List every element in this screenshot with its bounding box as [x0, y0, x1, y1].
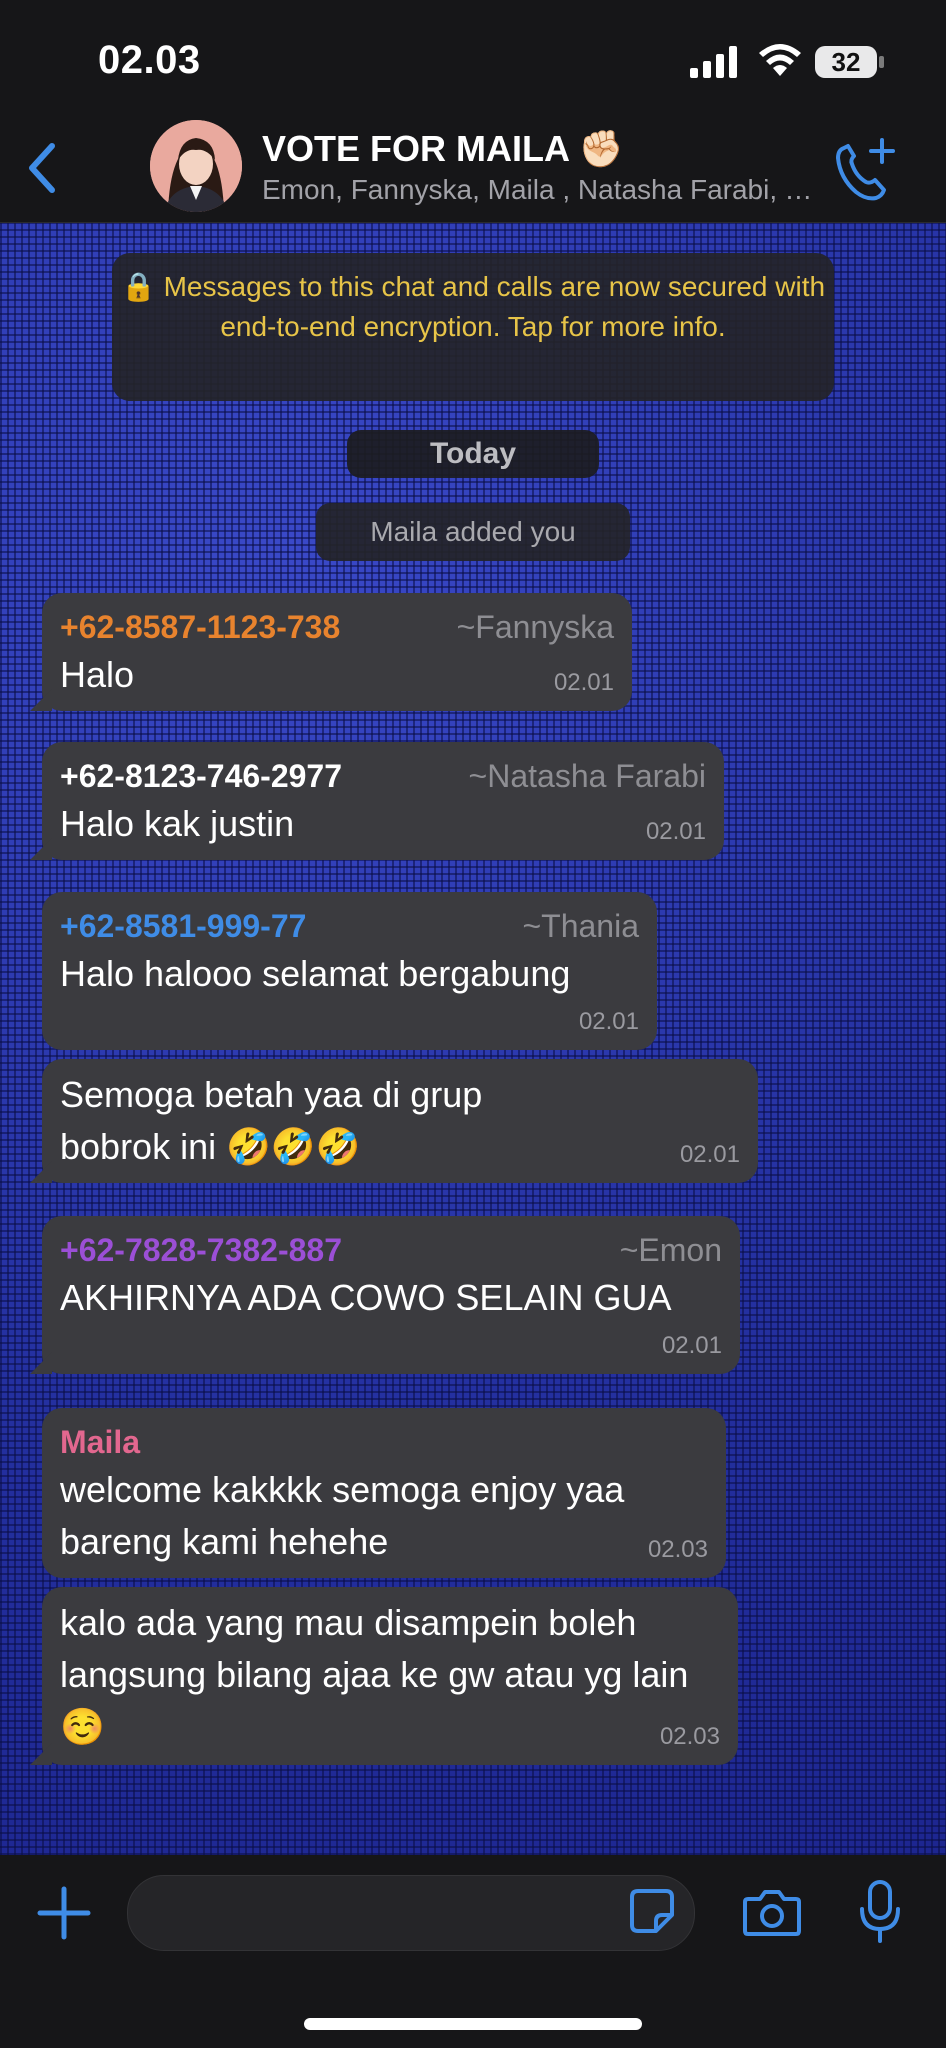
message-input[interactable]: [127, 1875, 695, 1951]
message-time: 02.03: [659, 1723, 720, 1750]
message-text: kalo ada yang mau disampein boleh langsu…: [60, 1602, 689, 1747]
wifi-icon: [759, 44, 801, 76]
message-bubble[interactable]: kalo ada yang mau disampein boleh langsu…: [30, 1587, 738, 1765]
sender-pushname: ~Emon: [619, 1232, 722, 1268]
message-bubble[interactable]: Semoga betah yaa di grup bobrok ini 🤣🤣🤣 …: [30, 1059, 758, 1183]
message-text: Semoga betah yaa di grup bobrok ini 🤣🤣🤣: [60, 1074, 483, 1167]
message-time: 02.03: [647, 1536, 708, 1563]
message-bubble[interactable]: Maila welcome kakkkk semoga enjoy yaa ba…: [42, 1408, 726, 1578]
home-indicator: [304, 2018, 642, 2030]
chevron-left-icon[interactable]: [18, 138, 68, 198]
status-time: 02.03: [98, 38, 201, 82]
chat-header: VOTE FOR MAILA ✊🏻 Emon, Fannyska, Maila …: [0, 118, 946, 223]
message-bubble[interactable]: +62-8123-746-2977 ~Natasha Farabi Halo k…: [30, 742, 724, 860]
chat-area[interactable]: 🔒 Messages to this chat and calls are no…: [0, 223, 946, 1855]
message-time: 02.01: [645, 818, 706, 845]
chat-title[interactable]: VOTE FOR MAILA ✊🏻: [262, 128, 623, 170]
phone-add-icon[interactable]: [830, 134, 900, 204]
group-avatar[interactable]: [150, 120, 242, 212]
message-text: AKHIRNYA ADA COWO SELAIN GUA: [60, 1277, 672, 1318]
sender-pushname: ~Thania: [522, 908, 639, 944]
sender-pushname: ~Fannyska: [456, 609, 614, 645]
system-message: Maila added you: [316, 503, 630, 561]
composer-bar: [0, 1855, 946, 2048]
sender-pushname: ~Natasha Farabi: [468, 758, 706, 794]
message-text: Halo kak justin: [60, 803, 295, 844]
battery-tip: [879, 56, 884, 68]
message-text: Halo halooo selamat bergabung: [60, 953, 571, 994]
plus-icon[interactable]: [36, 1885, 92, 1941]
sticker-icon[interactable]: [628, 1887, 676, 1935]
message-text: welcome kakkkk semoga enjoy yaa bareng k…: [60, 1469, 625, 1562]
message-bubble[interactable]: +62-7828-7382-887 ~Emon AKHIRNYA ADA COW…: [30, 1216, 740, 1374]
camera-icon[interactable]: [742, 1887, 802, 1937]
encryption-notice[interactable]: 🔒 Messages to this chat and calls are no…: [112, 253, 834, 401]
status-bar: 02.03 32: [0, 0, 946, 118]
cellular-signal-icon: [690, 46, 737, 78]
microphone-icon[interactable]: [858, 1879, 902, 1945]
date-separator: Today: [347, 430, 599, 478]
battery-indicator: 32: [815, 46, 877, 78]
message-time: 02.01: [578, 1008, 639, 1035]
message-text: Halo: [60, 654, 135, 695]
chat-participants[interactable]: Emon, Fannyska, Maila , Natasha Farabi, …: [262, 174, 822, 206]
message-bubble[interactable]: +62-8587-1123-738 ~Fannyska Halo 02.01: [30, 593, 632, 711]
message-time: 02.01: [679, 1141, 740, 1168]
message-time: 02.01: [661, 1332, 722, 1359]
message-time: 02.01: [553, 669, 614, 696]
sender-name[interactable]: Maila: [60, 1420, 708, 1464]
message-bubble[interactable]: +62-8581-999-77 ~Thania Halo halooo sela…: [42, 892, 657, 1050]
